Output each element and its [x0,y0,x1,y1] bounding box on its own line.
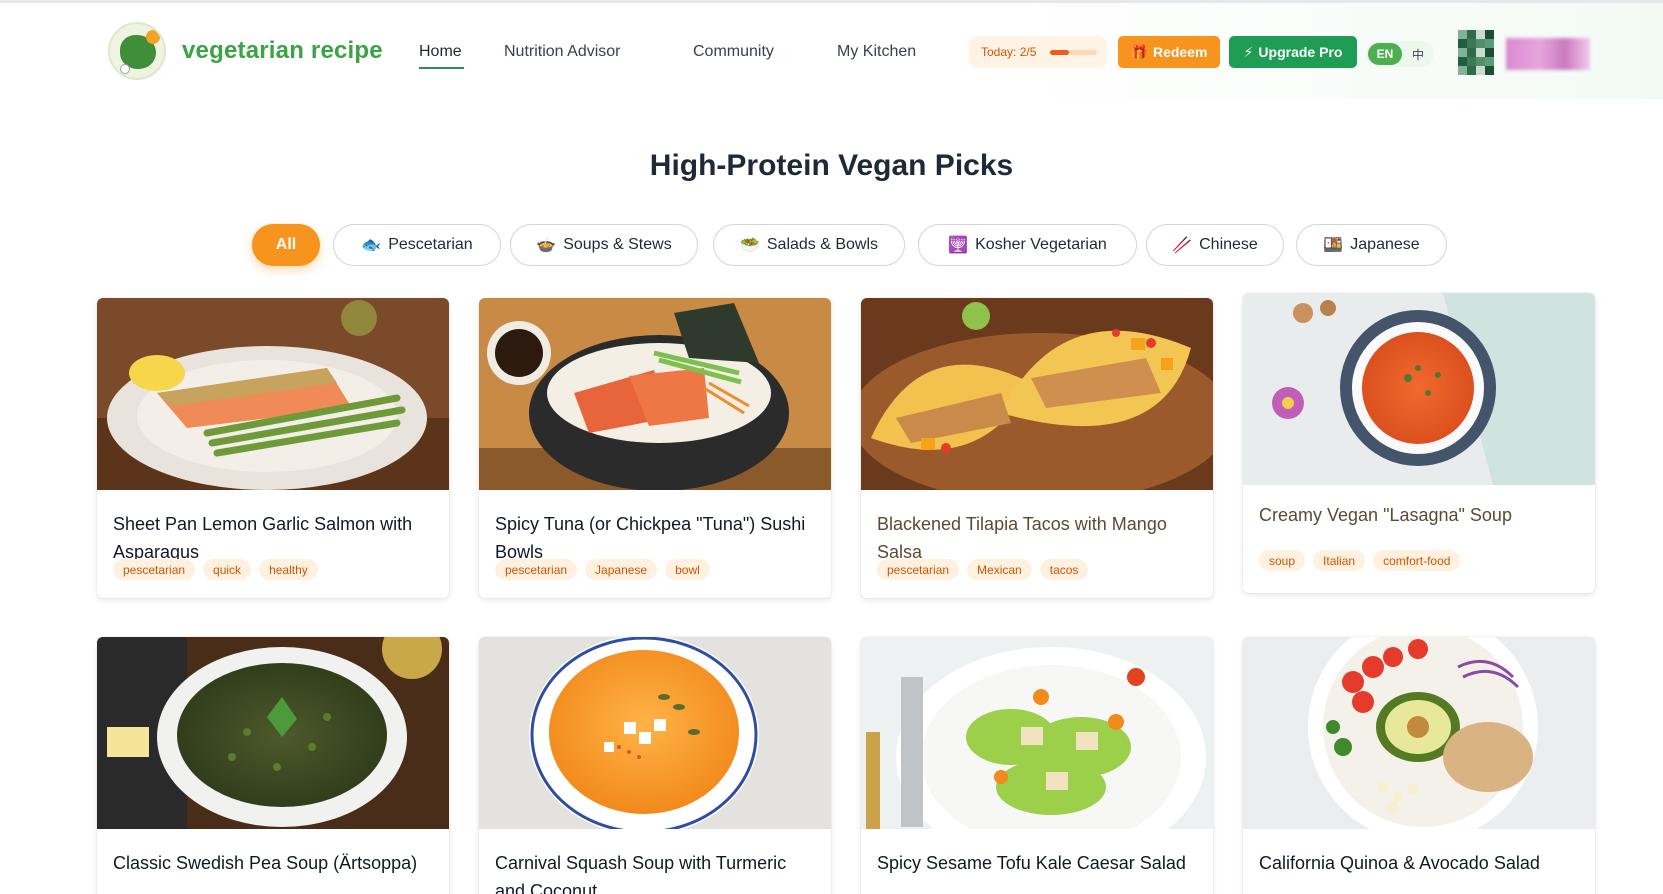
recipe-title[interactable]: California Quinoa & Avocado Salad [1243,849,1595,877]
nav-community[interactable]: Community [693,43,774,61]
daily-usage-bar [1050,50,1097,55]
recipe-card[interactable]: Spicy Tuna (or Chickpea "Tuna") Sushi Bo… [479,298,831,598]
recipe-title[interactable]: Classic Swedish Pea Soup (Ärtsoppa) [97,849,449,877]
top-nav-bar: vegetarian recipe Home Nutrition Advisor… [0,3,1663,99]
recipe-tag[interactable]: pescetarian [113,559,196,580]
filter-chip-chinese[interactable]: 🥢 Chinese [1146,224,1284,266]
recipe-tags: pescetarian Mexican tacos [877,559,1089,580]
recipe-tag[interactable]: bowl [665,559,710,580]
lightning-icon: ⚡ [1243,43,1254,60]
tomato-soup-image[interactable] [1243,293,1595,485]
filter-chip-label: Pescetarian [388,236,473,253]
menorah-icon: 🕎 [948,237,969,254]
recipe-title[interactable]: Carnival Squash Soup with Turmeric and C… [479,849,831,894]
filter-chip-label: All [275,236,297,253]
salad-icon: 🥗 [739,237,760,254]
nav-active-indicator [419,67,464,69]
filter-chip-label: Japanese [1350,236,1420,253]
recipe-tag[interactable]: soup [1259,550,1306,571]
sushi-bowl-image[interactable] [479,298,831,490]
filter-chip-label: Kosher Vegetarian [975,236,1107,253]
soup-bowl-icon: 🍲 [536,237,557,254]
recipe-card[interactable]: California Quinoa & Avocado Salad [1243,637,1595,894]
bento-icon: 🍱 [1323,237,1344,254]
pea-soup-image[interactable] [97,637,449,829]
recipe-tags: pescetarian quick healthy [113,559,318,580]
upgrade-pro-button[interactable]: ⚡ Upgrade Pro [1229,36,1357,68]
recipe-title[interactable]: Blackened Tilapia Tacos with Mango Salsa [861,510,1213,566]
recipe-title[interactable]: Sheet Pan Lemon Garlic Salmon with Aspar… [97,510,449,566]
upgrade-label: Upgrade Pro [1258,44,1343,60]
recipe-card[interactable]: Spicy Sesame Tofu Kale Caesar Salad [861,637,1213,894]
filter-chip-soups-stews[interactable]: 🍲 Soups & Stews [510,224,698,266]
lang-en-option[interactable]: EN [1368,43,1402,65]
recipe-tag[interactable]: Italian [1313,550,1366,571]
lang-zh-option[interactable]: 中 [1406,45,1430,63]
squash-soup-image[interactable] [479,637,831,829]
recipe-card[interactable]: Blackened Tilapia Tacos with Mango Salsa… [861,298,1213,598]
filter-chip-label: Soups & Stews [563,236,672,253]
brand-name[interactable]: vegetarian recipe [182,37,383,65]
redeem-label: Redeem [1152,44,1208,60]
recipe-title[interactable]: Spicy Sesame Tofu Kale Caesar Salad [861,849,1213,877]
recipe-tag[interactable]: pescetarian [495,559,578,580]
filter-chip-all[interactable]: All [252,224,320,266]
user-avatar[interactable] [1458,30,1494,76]
salmon-asparagus-image[interactable] [97,298,449,490]
brand-logo-icon[interactable] [108,22,166,80]
recipe-tag[interactable]: quick [203,559,252,580]
recipe-tag[interactable]: tacos [1039,559,1089,580]
recipe-tag[interactable]: healthy [259,559,318,580]
filter-chip-kosher-vegetarian[interactable]: 🕎 Kosher Vegetarian [918,224,1137,266]
chopsticks-icon: 🥢 [1172,237,1193,254]
filter-chip-label: Salads & Bowls [766,236,879,253]
daily-usage-indicator: Today: 2/5 [969,36,1107,68]
recipe-tag[interactable]: pescetarian [877,559,960,580]
page-title: High-Protein Vegan Picks [649,149,1014,182]
recipe-tag[interactable]: Mexican [967,559,1032,580]
recipe-tags: soup Italian comfort-food [1259,550,1461,571]
daily-usage-label: Today: 2/5 [981,45,1037,59]
caesar-salad-image[interactable] [861,637,1213,829]
recipe-title[interactable]: Creamy Vegan "Lasagna" Soup [1243,501,1595,529]
redeem-button[interactable]: 🎁 Redeem [1118,36,1220,68]
filter-chip-pescetarian[interactable]: 🐟 Pescetarian [333,224,501,266]
filter-chip-japanese[interactable]: 🍱 Japanese [1296,224,1447,266]
recipe-tags: pescetarian Japanese bowl [495,559,710,580]
recipe-card[interactable]: Carnival Squash Soup with Turmeric and C… [479,637,831,894]
recipe-title[interactable]: Spicy Tuna (or Chickpea "Tuna") Sushi Bo… [479,510,831,566]
nav-home[interactable]: Home [419,43,462,61]
nav-nutrition-advisor[interactable]: Nutrition Advisor [504,43,621,61]
filter-chip-label: Chinese [1199,236,1258,253]
recipe-tag[interactable]: Japanese [585,559,658,580]
fish-icon: 🐟 [361,237,382,254]
recipe-card[interactable]: Classic Swedish Pea Soup (Ärtsoppa) [97,637,449,894]
tilapia-tacos-image[interactable] [861,298,1213,490]
user-name-blurred[interactable] [1506,38,1590,70]
gift-icon: 🎁 [1130,43,1148,60]
filter-chip-salads-bowls[interactable]: 🥗 Salads & Bowls [713,224,905,266]
quinoa-salad-image[interactable] [1243,637,1595,829]
recipe-tag[interactable]: comfort-food [1373,550,1461,571]
recipe-card[interactable]: Creamy Vegan "Lasagna" Soup soup Italian co… [1243,293,1595,593]
nav-my-kitchen[interactable]: My Kitchen [837,43,916,61]
recipe-card[interactable]: Sheet Pan Lemon Garlic Salmon with Aspar… [97,298,449,598]
language-toggle: EN 中 [1366,41,1434,67]
